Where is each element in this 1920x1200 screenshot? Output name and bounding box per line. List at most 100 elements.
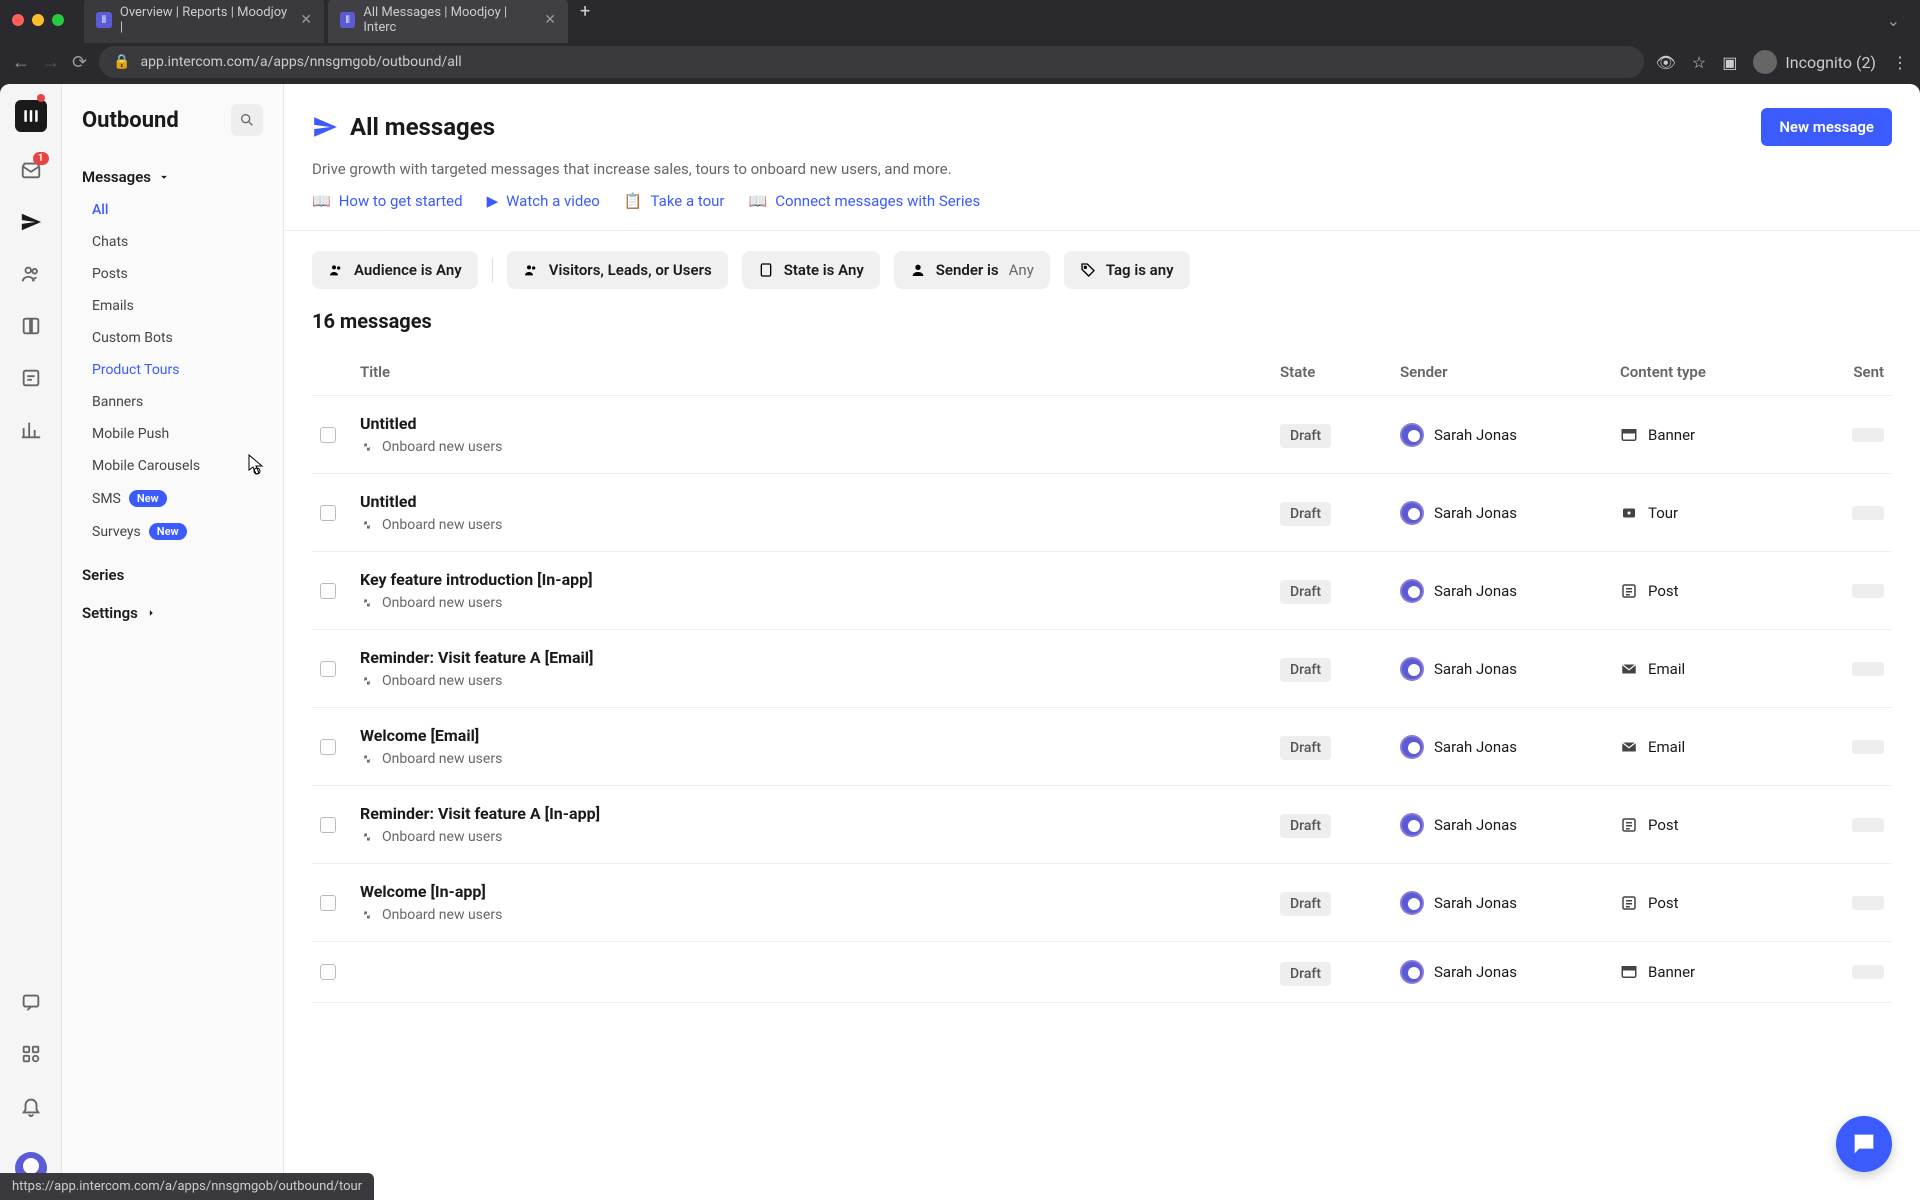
- sidebar-item-sms[interactable]: SMSNew: [82, 482, 263, 515]
- post-icon: [1620, 816, 1638, 834]
- help-link-icon: ▶: [487, 192, 499, 210]
- messages-section-header[interactable]: Messages: [82, 160, 263, 194]
- incognito-badge[interactable]: Incognito (2): [1753, 50, 1876, 74]
- sidebar-item-mobile-push[interactable]: Mobile Push: [82, 418, 263, 450]
- rail-outbound[interactable]: [17, 208, 45, 236]
- sender-avatar: [1400, 423, 1424, 447]
- inbox-badge: 1: [33, 152, 49, 165]
- row-checkbox[interactable]: [320, 583, 336, 599]
- address-bar[interactable]: 🔒 app.intercom.com/a/apps/nnsgmgob/outbo…: [99, 46, 1644, 78]
- row-checkbox[interactable]: [320, 895, 336, 911]
- tab-close-icon[interactable]: ✕: [300, 12, 312, 28]
- state-badge: Draft: [1280, 814, 1331, 838]
- sidebar-item-surveys[interactable]: SurveysNew: [82, 515, 263, 548]
- col-state[interactable]: State: [1272, 349, 1392, 396]
- content-type-label: Post: [1648, 816, 1679, 834]
- rail-messenger[interactable]: [17, 988, 45, 1016]
- search-icon: [239, 112, 255, 128]
- back-button[interactable]: ←: [12, 52, 30, 73]
- search-button[interactable]: [231, 104, 263, 136]
- menu-icon[interactable]: ⋮: [1892, 53, 1908, 72]
- col-content-type[interactable]: Content type: [1612, 349, 1812, 396]
- window-maximize-button[interactable]: [52, 14, 64, 26]
- tab-close-icon[interactable]: ✕: [544, 12, 556, 28]
- help-link-2[interactable]: 📋Take a tour: [624, 192, 725, 210]
- rail-notifications[interactable]: [17, 1092, 45, 1120]
- sidebar-item-custom-bots[interactable]: Custom Bots: [82, 322, 263, 354]
- table-row[interactable]: Welcome [In-app]Onboard new usersDraftSa…: [312, 864, 1892, 942]
- col-title[interactable]: Title: [352, 349, 1272, 396]
- new-message-button[interactable]: New message: [1761, 108, 1892, 146]
- row-checkbox[interactable]: [320, 817, 336, 833]
- table-row[interactable]: Welcome [Email]Onboard new usersDraftSar…: [312, 708, 1892, 786]
- app-logo[interactable]: [15, 100, 47, 132]
- help-chat-bubble[interactable]: [1836, 1116, 1892, 1172]
- rail-apps[interactable]: [17, 1040, 45, 1068]
- privacy-icon[interactable]: 👁: [1656, 53, 1676, 72]
- help-link-3[interactable]: 📖Connect messages with Series: [749, 192, 981, 210]
- row-title: Untitled: [360, 414, 1264, 433]
- forward-button[interactable]: →: [42, 52, 60, 73]
- sidebar-item-mobile-carousels[interactable]: Mobile Carousels: [82, 450, 263, 482]
- sidebar-item-label: Emails: [92, 298, 134, 314]
- table-row[interactable]: UntitledOnboard new usersDraftSarah Jona…: [312, 396, 1892, 474]
- window-minimize-button[interactable]: [32, 14, 44, 26]
- sidebar-item-emails[interactable]: Emails: [82, 290, 263, 322]
- col-sender[interactable]: Sender: [1392, 349, 1612, 396]
- rail-articles[interactable]: [17, 312, 45, 340]
- bookmark-icon[interactable]: ☆: [1692, 53, 1706, 72]
- help-link-1[interactable]: ▶Watch a video: [487, 192, 600, 210]
- help-link-label: Connect messages with Series: [775, 192, 980, 210]
- sidebar-item-all[interactable]: All: [82, 194, 263, 226]
- row-subtitle: Onboard new users: [360, 829, 1264, 845]
- browser-tab-1[interactable]: ⦀ Overview | Reports | Moodjoy | ✕: [84, 0, 324, 43]
- filter-value: Any: [1009, 261, 1034, 279]
- row-checkbox[interactable]: [320, 964, 336, 980]
- sidebar-settings[interactable]: Settings: [62, 594, 283, 632]
- sender-avatar: [1400, 960, 1424, 984]
- row-title: Welcome [In-app]: [360, 882, 1264, 901]
- filter-audience-is[interactable]: Audience is Any: [312, 251, 478, 289]
- sidebar-item-posts[interactable]: Posts: [82, 258, 263, 290]
- reload-button[interactable]: ⟳: [72, 52, 87, 73]
- row-checkbox[interactable]: [320, 739, 336, 755]
- filter-sender-is[interactable]: Sender isAny: [894, 251, 1050, 289]
- rail-reports[interactable]: [17, 416, 45, 444]
- sidebar-header: Outbound: [62, 104, 283, 152]
- table-row[interactable]: Key feature introduction [In-app]Onboard…: [312, 552, 1892, 630]
- filter-tag-is[interactable]: Tag is any: [1064, 251, 1190, 289]
- series-icon: [360, 908, 374, 922]
- row-subtitle: Onboard new users: [360, 595, 1264, 611]
- sent-placeholder: [1852, 965, 1884, 979]
- row-checkbox[interactable]: [320, 427, 336, 443]
- page-title: All messages: [350, 113, 495, 141]
- sidebar-item-chats[interactable]: Chats: [82, 226, 263, 258]
- row-checkbox[interactable]: [320, 661, 336, 677]
- table-wrap[interactable]: Title State Sender Content type Sent Unt…: [284, 349, 1920, 1200]
- filter-state-is[interactable]: State is Any: [742, 251, 880, 289]
- filter-visitors-leads-or-users[interactable]: Visitors, Leads, or Users: [507, 251, 728, 289]
- new-tab-button[interactable]: +: [572, 0, 598, 43]
- tabs-dropdown-icon[interactable]: ⌄: [1887, 11, 1900, 30]
- row-checkbox[interactable]: [320, 505, 336, 521]
- table-row[interactable]: UntitledOnboard new usersDraftSarah Jona…: [312, 474, 1892, 552]
- sidebar-series[interactable]: Series: [62, 556, 283, 594]
- rail-inbox[interactable]: 1: [17, 156, 45, 184]
- rail-operator[interactable]: [17, 364, 45, 392]
- content-type-label: Post: [1648, 894, 1679, 912]
- sidebar-item-banners[interactable]: Banners: [82, 386, 263, 418]
- email-icon: [1620, 660, 1638, 678]
- rail-contacts[interactable]: [17, 260, 45, 288]
- traffic-lights: [12, 14, 64, 26]
- post-icon: [1620, 582, 1638, 600]
- table-row[interactable]: Reminder: Visit feature A [In-app]Onboar…: [312, 786, 1892, 864]
- table-row[interactable]: Reminder: Visit feature A [Email]Onboard…: [312, 630, 1892, 708]
- browser-tab-2[interactable]: ⦀ All Messages | Moodjoy | Interc ✕: [328, 0, 568, 43]
- window-close-button[interactable]: [12, 14, 24, 26]
- help-link-0[interactable]: 📖How to get started: [312, 192, 463, 210]
- sidebar-item-product-tours[interactable]: Product Tours: [82, 354, 263, 386]
- col-sent[interactable]: Sent: [1812, 349, 1892, 396]
- table-row[interactable]: DraftSarah JonasBanner: [312, 942, 1892, 1003]
- panel-icon[interactable]: ▣: [1722, 53, 1737, 72]
- sender-name: Sarah Jonas: [1434, 738, 1517, 756]
